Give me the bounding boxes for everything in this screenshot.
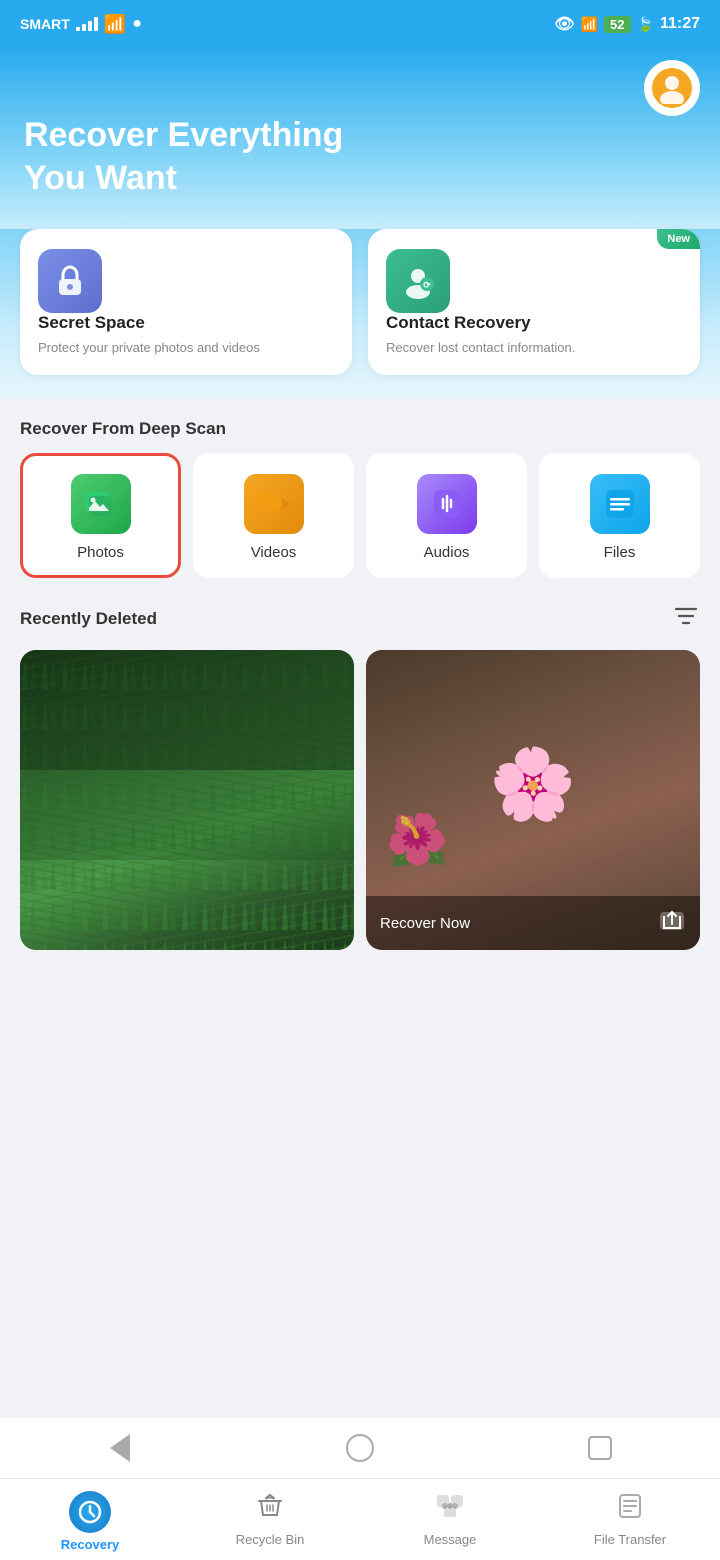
file-transfer-nav-label: File Transfer <box>594 1532 666 1547</box>
nav-item-recovery[interactable]: Recovery <box>0 1479 180 1560</box>
scan-item-photos[interactable]: Photos <box>20 453 181 578</box>
recycle-bin-nav-icon <box>255 1491 285 1528</box>
scan-item-audios[interactable]: Audios <box>366 453 527 578</box>
nav-item-message[interactable]: Message <box>360 1479 540 1560</box>
recently-deleted-section: Recently Deleted <box>20 602 700 950</box>
message-nav-label: Message <box>424 1532 477 1547</box>
signal-bars <box>76 17 98 31</box>
bluetooth-icon: 📶 <box>581 16 598 33</box>
files-label: Files <box>604 544 636 561</box>
svg-text:⟳: ⟳ <box>423 280 431 290</box>
contact-recovery-desc: Recover lost contact information. <box>386 339 682 357</box>
audios-label: Audios <box>424 544 470 561</box>
back-icon <box>110 1434 130 1462</box>
recovery-nav-icon <box>69 1491 111 1533</box>
leaf-icon: 🍃 <box>637 16 654 33</box>
eye-icon: 👁 <box>554 14 574 34</box>
message-nav-icon <box>435 1491 465 1528</box>
secret-space-desc: Protect your private photos and videos <box>38 339 334 357</box>
recents-button[interactable] <box>578 1426 622 1470</box>
files-icon <box>590 474 650 534</box>
status-left: SMART 📶 ● <box>20 14 142 35</box>
photos-icon <box>71 474 131 534</box>
carrier-label: SMART <box>20 16 70 32</box>
lock-icon <box>38 249 102 313</box>
scan-item-files[interactable]: Files <box>539 453 700 578</box>
new-badge: New <box>657 229 700 249</box>
home-bar <box>0 1418 720 1478</box>
file-transfer-nav-icon <box>615 1491 645 1528</box>
nav-item-file-transfer[interactable]: File Transfer <box>540 1479 720 1560</box>
recycle-bin-nav-label: Recycle Bin <box>236 1532 305 1547</box>
status-right: 👁 📶 52 🍃 11:27 <box>554 14 700 34</box>
status-bar: SMART 📶 ● 👁 📶 52 🍃 11:27 <box>0 0 720 48</box>
bottom-nav: Recovery Recycle Bin <box>0 1478 720 1560</box>
back-button[interactable] <box>98 1426 142 1470</box>
time-display: 11:27 <box>660 15 700 33</box>
contact-recovery-title: Contact Recovery <box>386 313 682 333</box>
main-content: Recover From Deep Scan Photos <box>0 399 720 950</box>
scan-grid: Photos Videos Audios <box>20 453 700 578</box>
videos-icon <box>244 474 304 534</box>
home-button[interactable] <box>338 1426 382 1470</box>
contact-icon: ⟳ <box>386 249 450 313</box>
recovery-nav-label: Recovery <box>61 1537 120 1552</box>
recents-icon <box>588 1436 612 1460</box>
battery-label: 52 <box>604 16 630 33</box>
flower-emoji: 🌸 <box>489 744 576 826</box>
audios-icon <box>417 474 477 534</box>
filter-icon[interactable] <box>672 602 700 636</box>
scan-item-videos[interactable]: Videos <box>193 453 354 578</box>
photo-item-grass[interactable] <box>20 650 354 950</box>
header-section: Recover Everything You Want <box>0 48 720 229</box>
recently-deleted-title: Recently Deleted <box>20 609 157 629</box>
contact-recovery-card[interactable]: New ⟳ Contact Recovery Recover lost cont… <box>368 229 700 375</box>
sync-icon: ● <box>132 15 142 33</box>
photo-item-flower[interactable]: 🌸 🌺 Recover Now <box>366 650 700 950</box>
home-icon <box>346 1434 374 1462</box>
recently-deleted-header: Recently Deleted <box>20 602 700 636</box>
flower-emoji-2: 🌺 <box>386 811 448 870</box>
photos-label: Photos <box>77 544 124 561</box>
profile-avatar[interactable] <box>644 60 700 116</box>
avatar-icon <box>652 68 692 108</box>
recover-icon <box>658 906 686 940</box>
page-title: Recover Everything You Want <box>24 114 424 199</box>
photo-grid: 🌸 🌺 Recover Now <box>20 650 700 950</box>
recover-now-bar[interactable]: Recover Now <box>366 896 700 950</box>
deep-scan-title: Recover From Deep Scan <box>20 419 700 439</box>
secret-space-card[interactable]: Secret Space Protect your private photos… <box>20 229 352 375</box>
nav-item-recycle-bin[interactable]: Recycle Bin <box>180 1479 360 1560</box>
secret-space-title: Secret Space <box>38 313 334 333</box>
recover-now-text: Recover Now <box>380 915 470 932</box>
wifi-icon: 📶 <box>104 14 126 35</box>
videos-label: Videos <box>251 544 297 561</box>
cards-row: Secret Space Protect your private photos… <box>20 229 700 375</box>
